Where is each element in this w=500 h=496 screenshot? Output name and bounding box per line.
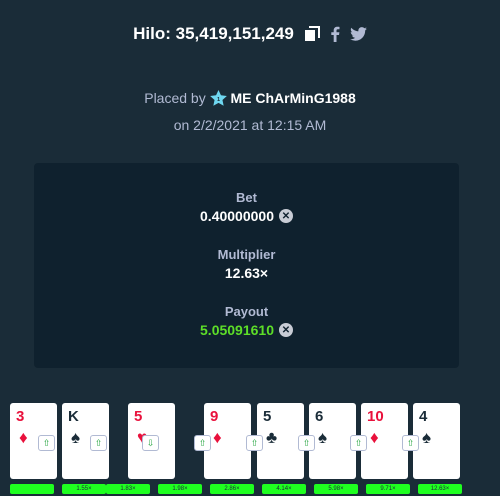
card-suit: ♠ (422, 428, 432, 447)
multiplier-pill: 12.63× (418, 484, 462, 494)
card-rank: K (68, 408, 79, 425)
card-rank: 3 (16, 408, 25, 425)
card-suit: ♦ (213, 428, 222, 447)
bet-value: 0.40000000 (200, 208, 274, 224)
higher-arrow-icon: ⇧ (90, 435, 107, 451)
twitter-icon[interactable] (349, 27, 367, 41)
bet-header: Hilo: 35,419,151,249 (0, 24, 500, 44)
multiplier-pill: 5.98× (314, 484, 358, 494)
multiplier-pill (10, 484, 54, 494)
vip-star-icon: 1 (209, 89, 227, 113)
higher-arrow-icon: ⇧ (194, 435, 211, 451)
bet-stat: Bet 0.40000000 ✕ (34, 190, 459, 226)
multiplier-pill: 1.83× (106, 484, 150, 494)
bet-label: Bet (236, 190, 257, 205)
higher-arrow-icon: ⇧ (298, 435, 315, 451)
playing-card: 9 ♦ (204, 403, 251, 479)
multiplier-pill: 4.14× (262, 484, 306, 494)
playing-card: 4 ♠ (413, 403, 460, 479)
card-suit: ♠ (71, 428, 81, 447)
placed-info: Placed by 1 ME ChArMinG1988 on 2/2/2021 … (0, 86, 500, 137)
higher-arrow-icon: ⇧ (350, 435, 367, 451)
multiplier-label: Multiplier (217, 247, 276, 262)
card-rank: 5 (134, 408, 143, 425)
multiplier-pill: 1.55× (62, 484, 106, 494)
card-suit: ♣ (266, 428, 278, 447)
card-rank: 6 (315, 408, 324, 425)
multiplier-value: 12.63× (224, 265, 269, 281)
multiplier-pill: 9.71× (366, 484, 410, 494)
multiplier-pill: 2.86× (210, 484, 254, 494)
card-rank: 9 (210, 408, 219, 425)
playing-card: 6 ♠ (309, 403, 356, 479)
higher-arrow-icon: ⇧ (246, 435, 263, 451)
playing-card: 5 ♣ (257, 403, 304, 479)
placed-by-label: Placed by (144, 90, 206, 106)
currency-icon: ✕ (278, 323, 293, 337)
copy-icon[interactable] (304, 26, 320, 42)
currency-icon: ✕ (278, 209, 293, 223)
card-suit: ♦ (19, 428, 28, 447)
playing-card: 10 ♦ (361, 403, 408, 479)
bet-details-panel: Bet 0.40000000 ✕ Multiplier 12.63× Payou… (34, 163, 459, 368)
multiplier-pill: 1.98× (158, 484, 202, 494)
card-suit: ♦ (370, 428, 379, 447)
card-rank: 10 (367, 408, 384, 425)
username-link[interactable]: ME ChArMinG1988 (231, 90, 356, 106)
card-rank: 4 (419, 408, 428, 425)
card-suit: ♠ (318, 428, 328, 447)
payout-stat: Payout 5.05091610 ✕ (34, 304, 459, 340)
svg-text:1: 1 (217, 97, 220, 103)
card-history[interactable]: 3 ♦ K ♠ 5 ♥ 9 ♦ 5 ♣ 6 ♠ 10 ♦ 4 ♠ ⇧ ⇧ ⇩ ⇧… (0, 403, 500, 496)
multiplier-stat: Multiplier 12.63× (34, 247, 459, 283)
lower-arrow-icon: ⇩ (142, 435, 159, 451)
payout-value: 5.05091610 (200, 322, 274, 338)
bet-title: Hilo: 35,419,151,249 (133, 24, 294, 43)
facebook-icon[interactable] (330, 26, 340, 42)
payout-label: Payout (224, 304, 269, 319)
card-rank: 5 (263, 408, 272, 425)
placed-date: on 2/2/2021 at 12:15 AM (173, 117, 327, 133)
higher-arrow-icon: ⇧ (402, 435, 419, 451)
higher-arrow-icon: ⇧ (38, 435, 55, 451)
